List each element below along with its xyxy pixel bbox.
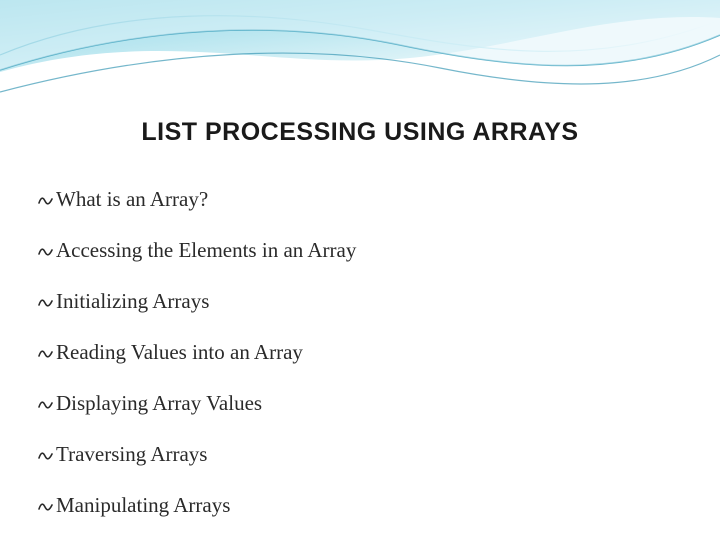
slide-title: LIST PROCESSING USING ARRAYS bbox=[30, 118, 690, 147]
list-item: Reading Values into an Array bbox=[38, 340, 690, 365]
list-item: Manipulating Arrays bbox=[38, 493, 690, 518]
list-item-text: Displaying Array Values bbox=[56, 391, 262, 416]
bullet-list: What is an Array? Accessing the Elements… bbox=[30, 187, 690, 518]
squiggle-bullet-icon bbox=[38, 447, 56, 465]
squiggle-bullet-icon bbox=[38, 192, 56, 210]
list-item: Displaying Array Values bbox=[38, 391, 690, 416]
slide-content: LIST PROCESSING USING ARRAYS What is an … bbox=[0, 0, 720, 518]
squiggle-bullet-icon bbox=[38, 396, 56, 414]
list-item-text: Accessing the Elements in an Array bbox=[56, 238, 356, 263]
squiggle-bullet-icon bbox=[38, 498, 56, 516]
list-item-text: Initializing Arrays bbox=[56, 289, 209, 314]
list-item-text: Reading Values into an Array bbox=[56, 340, 303, 365]
list-item: Traversing Arrays bbox=[38, 442, 690, 467]
list-item: What is an Array? bbox=[38, 187, 690, 212]
list-item-text: Traversing Arrays bbox=[56, 442, 207, 467]
list-item-text: What is an Array? bbox=[56, 187, 208, 212]
list-item: Accessing the Elements in an Array bbox=[38, 238, 690, 263]
squiggle-bullet-icon bbox=[38, 243, 56, 261]
squiggle-bullet-icon bbox=[38, 345, 56, 363]
list-item-text: Manipulating Arrays bbox=[56, 493, 230, 518]
squiggle-bullet-icon bbox=[38, 294, 56, 312]
list-item: Initializing Arrays bbox=[38, 289, 690, 314]
